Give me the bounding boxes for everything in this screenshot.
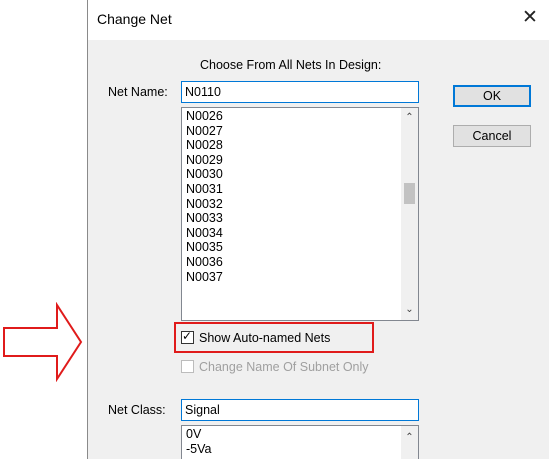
net-list-item[interactable]: N0033	[186, 211, 223, 226]
net-class-input[interactable]: Signal	[181, 399, 419, 421]
net-list-item[interactable]: N0037	[186, 270, 223, 285]
net-list-item[interactable]: N0028	[186, 138, 223, 153]
net-class-label: Net Class:	[108, 403, 166, 417]
net-list-item[interactable]: N0030	[186, 167, 223, 182]
close-icon[interactable]: ✕	[519, 6, 541, 30]
net-class-list-item[interactable]: -5Va	[186, 442, 211, 457]
title-bar: Change Net ✕	[88, 0, 549, 40]
change-subnet-label: Change Name Of Subnet Only	[199, 360, 369, 374]
net-list-item[interactable]: N0035	[186, 240, 223, 255]
scroll-up-icon[interactable]: ⌃	[401, 110, 418, 126]
net-name-label-text: Net Name:	[108, 85, 168, 99]
annotation-highlight-box	[174, 322, 374, 353]
net-list-item[interactable]: N0027	[186, 124, 223, 139]
net-listbox[interactable]: N0026 N0027 N0028 N0029 N0030 N0031 N0032 N0033…	[181, 107, 419, 321]
net-list-scrollbar[interactable]: ⌃ ⌄	[401, 108, 418, 320]
net-name-input[interactable]: N0110	[181, 81, 419, 103]
change-subnet-checkbox[interactable]	[181, 360, 194, 373]
dialog-title: Change Net	[97, 11, 172, 27]
scroll-thumb[interactable]	[404, 183, 415, 204]
scroll-down-icon[interactable]: ⌄	[401, 302, 418, 318]
ok-button[interactable]: OK	[453, 85, 531, 107]
net-class-listbox[interactable]: 0V -5Va ⌃	[181, 425, 419, 459]
net-list-item[interactable]: N0036	[186, 255, 223, 270]
net-list-item[interactable]: N0026	[186, 109, 223, 124]
change-net-dialog: Change Net ✕ Choose From All Nets In Des…	[87, 0, 549, 459]
net-list-item[interactable]: N0034	[186, 226, 223, 241]
net-class-scrollbar[interactable]: ⌃	[401, 426, 418, 459]
net-class-list-items: 0V -5Va	[186, 427, 211, 456]
net-list-items: N0026 N0027 N0028 N0029 N0030 N0031 N0032 N0033…	[186, 109, 223, 284]
cancel-button[interactable]: Cancel	[453, 125, 531, 147]
annotation-arrow	[3, 302, 83, 382]
net-list-item[interactable]: N0031	[186, 182, 223, 197]
net-list-item[interactable]: N0029	[186, 153, 223, 168]
choose-nets-label: Choose From All Nets In Design:	[200, 58, 382, 72]
net-name-label: Net Name:	[108, 85, 168, 99]
scroll-up-icon[interactable]: ⌃	[401, 430, 418, 446]
net-class-list-item[interactable]: 0V	[186, 427, 211, 442]
net-list-item[interactable]: N0032	[186, 197, 223, 212]
